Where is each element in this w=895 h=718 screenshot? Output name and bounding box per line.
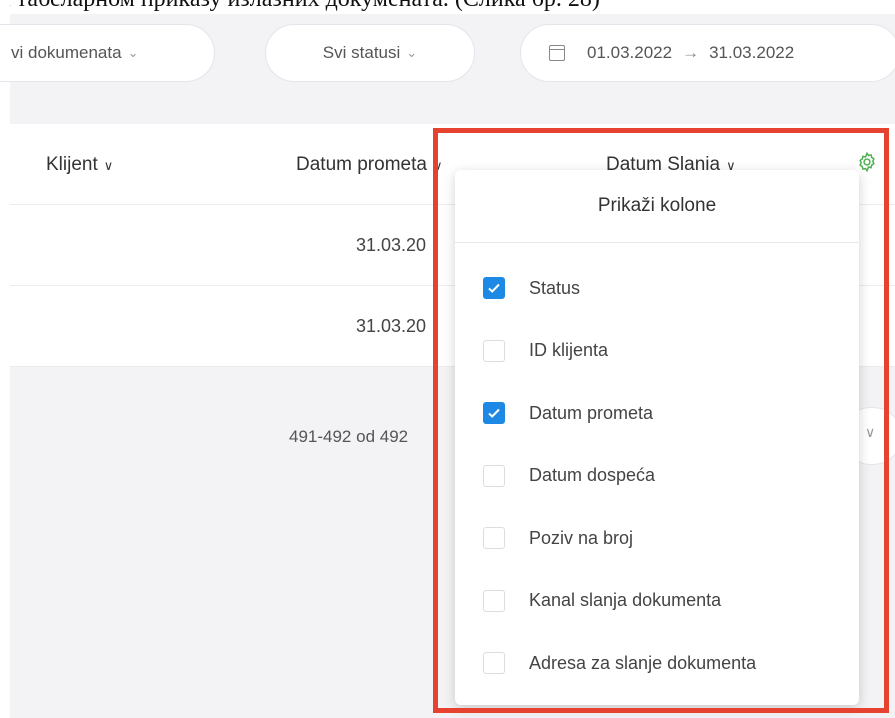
column-visibility-menu: Prikaži kolone Status ID klijenta Datum pr…: [455, 170, 859, 705]
checkmark-icon: [488, 284, 500, 294]
date-to: 31.03.2022: [709, 43, 795, 62]
calendar-icon: [549, 45, 565, 61]
column-option[interactable]: Status: [455, 257, 859, 320]
column-option-label: Datum prometa: [529, 402, 654, 423]
checkbox[interactable]: [483, 589, 505, 612]
column-option[interactable]: ID klijenta: [455, 320, 859, 383]
filter-bar: vi dokumenata ⌄ Svi statusi ⌄ 01.03.2022…: [0, 14, 895, 124]
checkbox[interactable]: [483, 652, 505, 675]
column-option[interactable]: Adresa za slanje dokumenta: [455, 632, 859, 695]
column-option-label: ID klijenta: [529, 340, 609, 361]
checkbox[interactable]: [483, 339, 505, 362]
arrow-right-icon: →: [682, 43, 700, 62]
column-option-label: Datum dospeća: [529, 465, 656, 486]
cell-datum-prometa: 31.03.20: [356, 235, 427, 255]
column-option-label: Status: [529, 277, 581, 298]
chevron-down-icon: ⌄: [127, 45, 139, 60]
document-type-filter[interactable]: vi dokumenata ⌄: [0, 24, 215, 82]
figure-caption: a табеларном приказу излазних докумената…: [0, 0, 600, 13]
column-option[interactable]: Poziv na broj: [455, 507, 859, 570]
gear-icon[interactable]: [856, 151, 878, 173]
date-range-filter[interactable]: 01.03.2022 → 31.03.2022: [520, 24, 895, 82]
menu-title: Prikaži kolone: [455, 170, 859, 243]
chevron-down-icon: ⌄: [406, 45, 418, 60]
column-option[interactable]: Datum prometa: [455, 382, 859, 445]
column-option-label: Adresa za slanje dokumenta: [529, 652, 757, 673]
status-filter-label: Svi statusi: [322, 43, 401, 62]
column-header-klijent[interactable]: Klijent ∨: [46, 154, 113, 176]
column-options-list: Status ID klijenta Datum prometa Datum dosp…: [455, 257, 859, 695]
column-option-label: Poziv na broj: [529, 527, 634, 548]
date-from: 01.03.2022: [587, 43, 673, 62]
cell-datum-prometa: 31.03.20: [356, 316, 427, 336]
chevron-down-icon: ∨: [103, 158, 114, 173]
checkbox[interactable]: [483, 277, 505, 300]
column-header-label: Klijent: [46, 154, 98, 175]
column-header-label: Datum prometa: [296, 154, 427, 175]
checkbox[interactable]: [483, 527, 505, 550]
column-option[interactable]: Kanal slanja dokumenta: [455, 570, 859, 633]
chevron-down-icon: ∨: [432, 158, 443, 173]
column-option[interactable]: Datum dospeća: [455, 445, 859, 508]
document-type-label: vi dokumenata: [11, 43, 122, 62]
checkbox[interactable]: [483, 464, 505, 487]
left-edge: [0, 0, 10, 718]
column-header-datum-prometa[interactable]: Datum prometa ∨: [296, 154, 442, 176]
column-option-label: Kanal slanja dokumenta: [529, 590, 722, 611]
chevron-down-icon: ∨: [865, 424, 876, 440]
checkmark-icon: [488, 409, 500, 419]
pagination-range: 491-492 od 492: [289, 427, 409, 446]
checkbox[interactable]: [483, 402, 505, 425]
status-filter[interactable]: Svi statusi ⌄: [265, 24, 475, 82]
